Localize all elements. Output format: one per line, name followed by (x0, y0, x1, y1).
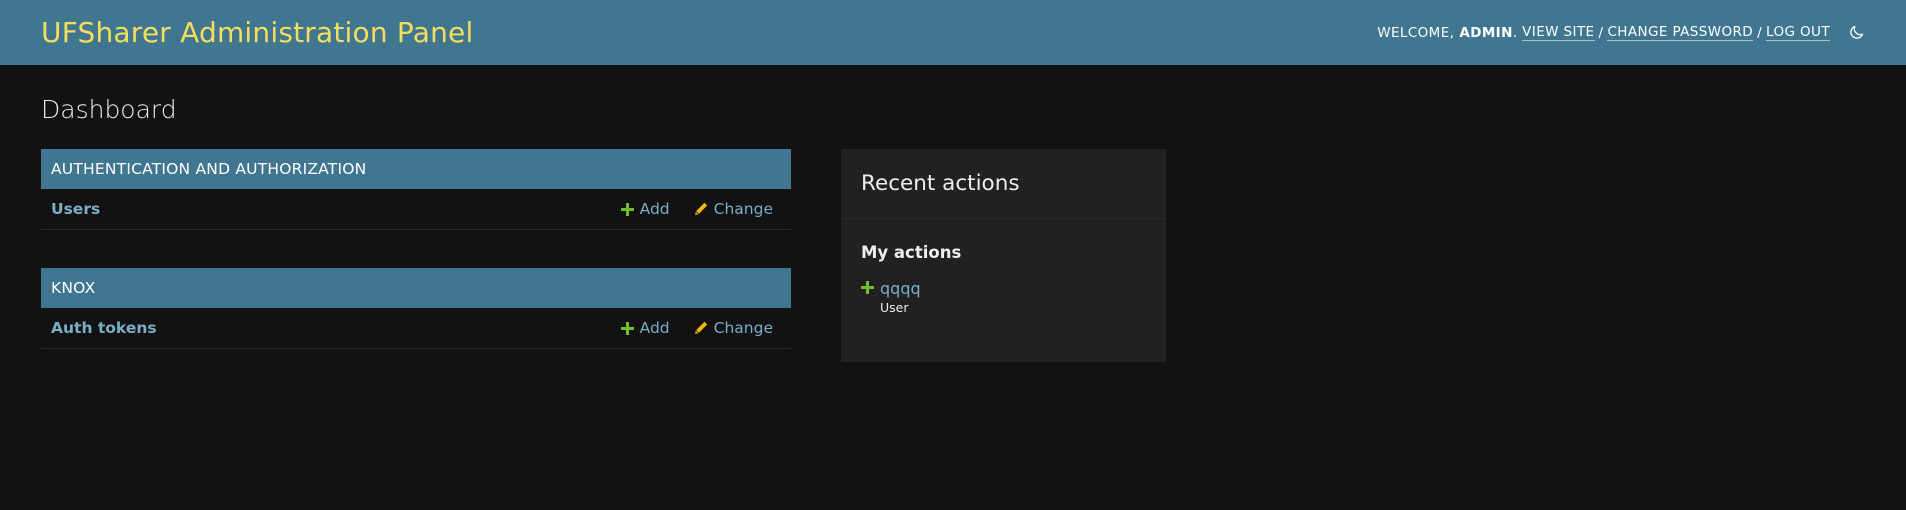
theme-toggle-button[interactable] (1848, 24, 1865, 41)
add-icon (620, 321, 634, 335)
add-label: Add (639, 319, 670, 337)
add-icon (861, 279, 874, 294)
site-branding[interactable]: UFSharer Administration Panel (41, 16, 473, 49)
change-label: Change (713, 319, 773, 337)
module-knox: Knox Auth tokens Add Change (41, 268, 791, 349)
app-list: Authentication and Authorization Users A… (41, 149, 791, 387)
module-auth: Authentication and Authorization Users A… (41, 149, 791, 230)
module-caption[interactable]: Knox (41, 268, 791, 308)
add-label: Add (639, 200, 670, 218)
header: UFSharer Administration Panel Welcome, a… (0, 0, 1906, 65)
change-users-button[interactable]: Change (694, 200, 773, 218)
separator: / (1757, 24, 1763, 41)
module-caption[interactable]: Authentication and Authorization (41, 149, 791, 189)
row-actions: Add Change (620, 200, 781, 218)
model-row-auth-tokens: Auth tokens Add Change (41, 308, 791, 349)
recent-actions-panel: Recent actions My actions qqqq User (841, 149, 1166, 362)
model-row-users: Users Add Change (41, 189, 791, 230)
view-site-link[interactable]: View site (1522, 24, 1595, 41)
recent-action-type: User (880, 300, 909, 315)
change-label: Change (713, 200, 773, 218)
action-entry: qqqq User (880, 279, 921, 315)
moon-icon (1850, 25, 1864, 39)
content: Dashboard Authentication and Authorizati… (0, 65, 1906, 362)
change-auth-tokens-button[interactable]: Change (694, 319, 773, 337)
recent-actions-title: Recent actions (841, 149, 1166, 219)
separator: / (1598, 24, 1604, 41)
welcome-text: Welcome, (1377, 24, 1455, 41)
model-link-auth-tokens[interactable]: Auth tokens (51, 319, 157, 337)
recent-action-link[interactable]: qqqq (880, 279, 921, 298)
action-list: qqqq User (841, 279, 1166, 315)
log-out-link[interactable]: Log out (1766, 24, 1830, 41)
welcome-period: . (1512, 24, 1523, 41)
add-users-button[interactable]: Add (620, 200, 670, 218)
pencil-icon (694, 321, 708, 335)
my-actions-title: My actions (861, 243, 962, 262)
row-actions: Add Change (620, 319, 781, 337)
change-password-link[interactable]: Change password (1607, 24, 1754, 41)
model-link-users[interactable]: Users (51, 200, 100, 218)
username: admin (1459, 24, 1513, 41)
user-tools: Welcome, admin . View site / Change pass… (1377, 24, 1865, 41)
pencil-icon (694, 202, 708, 216)
add-auth-tokens-button[interactable]: Add (620, 319, 670, 337)
add-icon (620, 202, 634, 216)
list-item: qqqq User (861, 279, 1146, 315)
